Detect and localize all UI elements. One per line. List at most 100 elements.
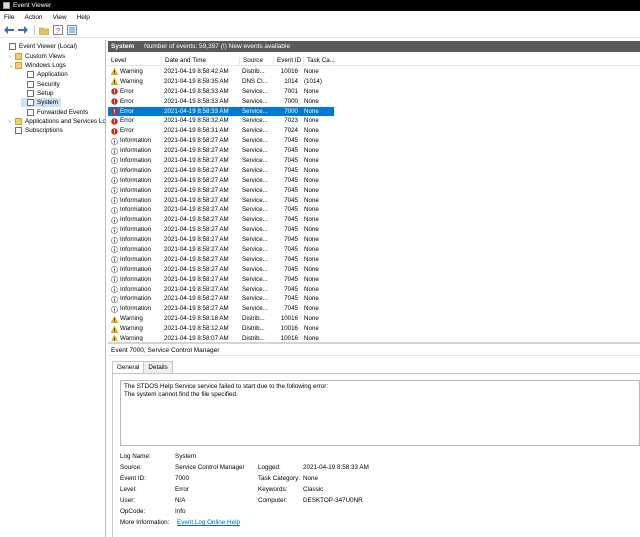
tree-item-system[interactable]: System (21, 98, 61, 107)
tree-item-label: Application (37, 71, 68, 78)
cell-date: 2021-04-19 8:58:27 AM (164, 285, 229, 293)
cell-source: Distrib... (242, 68, 265, 75)
level-text: Error (120, 127, 134, 135)
level-text: Information (120, 176, 151, 184)
table-row[interactable]: Error 2021-04-19 8:58:33 AM Service... 7000… (108, 97, 334, 107)
tab-details[interactable]: Details (143, 361, 173, 373)
table-row[interactable]: Information 2021-04-19 8:58:27 AM Service.… (108, 255, 334, 265)
back-arrow-icon[interactable] (3, 25, 14, 36)
table-row[interactable]: Information 2021-04-19 8:58:27 AM Service.… (108, 275, 334, 285)
cell-task-category: None (304, 275, 319, 283)
warning-icon (111, 68, 120, 76)
table-row[interactable]: Error 2021-04-19 8:58:31 AM Service... 7024… (108, 126, 334, 136)
cell-level: Information (111, 205, 163, 215)
menu-file[interactable]: File (4, 14, 14, 21)
column-header-level[interactable]: Level (108, 57, 162, 66)
level-text: Warning (120, 315, 143, 323)
table-row[interactable]: Information 2021-04-19 8:58:27 AM Service.… (108, 146, 334, 156)
table-row[interactable]: Information 2021-04-19 8:58:27 AM Service.… (108, 196, 334, 206)
level-text: Information (120, 246, 151, 254)
log-icon (27, 81, 34, 88)
table-row[interactable]: Error 2021-04-19 8:58:33 AM Service... 7001… (108, 87, 334, 97)
cell-date: 2021-04-19 8:58:27 AM (164, 137, 229, 145)
table-row[interactable]: Information 2021-04-19 8:58:27 AM Service.… (108, 294, 334, 304)
table-row[interactable]: Warning 2021-04-19 8:58:18 AM Distrib... 10… (108, 314, 334, 324)
information-icon (111, 276, 120, 284)
help-icon[interactable]: ? (52, 25, 63, 36)
table-row[interactable]: Warning 2021-04-19 8:58:42 AM Distrib... 10… (108, 67, 334, 77)
folder-icon[interactable] (38, 25, 49, 36)
table-row[interactable]: Error 2021-04-19 8:58:32 AM Service... 7023… (108, 116, 334, 126)
table-row[interactable]: Information 2021-04-19 8:58:27 AM Service.… (108, 156, 334, 166)
information-icon (111, 266, 120, 274)
table-row[interactable]: Information 2021-04-19 8:58:27 AM Service.… (108, 205, 334, 215)
cell-task-category: None (304, 216, 319, 224)
cell-level: Information (111, 186, 163, 196)
cell-event-id: 7045 (284, 305, 298, 313)
pane-splitter[interactable] (108, 342, 640, 344)
information-icon (111, 246, 120, 254)
column-header-task-category[interactable]: Task Ca... (304, 57, 335, 66)
table-row[interactable]: Information 2021-04-19 8:58:27 AM Service.… (108, 215, 334, 225)
table-row[interactable]: Information 2021-04-19 8:58:27 AM Service.… (108, 166, 334, 176)
cell-level: Information (111, 275, 163, 285)
menu-view[interactable]: View (53, 14, 67, 21)
level-text: Information (120, 255, 151, 263)
table-row[interactable]: Information 2021-04-19 8:58:27 AM Service.… (108, 176, 334, 186)
cell-source: Service... (242, 285, 268, 293)
tree-item-event-viewer-local[interactable]: Event Viewer (Local) (3, 42, 77, 51)
tree-item-setup[interactable]: Setup (21, 89, 53, 98)
error-icon (111, 128, 120, 135)
cell-date: 2021-04-19 8:58:27 AM (164, 246, 229, 254)
table-row[interactable]: Warning 2021-04-19 8:58:07 AM Distrib... 10… (108, 334, 334, 341)
table-row[interactable]: Error 2021-04-19 8:58:33 AM Service... 7000… (108, 106, 334, 117)
tree-item-windows-logs[interactable]: ⌄ Windows Logs (9, 61, 66, 70)
tree-item-subscriptions[interactable]: Subscriptions (9, 126, 63, 135)
column-header-event-id[interactable]: Event ID (274, 57, 304, 66)
value-user: N/A (175, 497, 186, 504)
column-header-source[interactable]: Source (240, 57, 274, 66)
cell-event-id: 7000 (284, 97, 298, 105)
tree-item-forwarded-events[interactable]: Forwarded Events (21, 108, 88, 117)
cell-date: 2021-04-19 8:58:27 AM (164, 255, 229, 263)
cell-event-id: 7045 (284, 255, 298, 263)
table-row[interactable]: Information 2021-04-19 8:58:27 AM Service.… (108, 235, 334, 245)
cell-source: Service... (242, 216, 268, 224)
event-message[interactable]: The STDOS Help Service service failed to… (120, 380, 640, 446)
table-row[interactable]: Information 2021-04-19 8:58:27 AM Service.… (108, 265, 334, 275)
table-row[interactable]: Information 2021-04-19 8:58:27 AM Service.… (108, 304, 334, 314)
cell-source: Service... (242, 255, 268, 263)
label-computer: Computer: (258, 497, 288, 504)
menu-action[interactable]: Action (24, 14, 42, 21)
table-row[interactable]: Information 2021-04-19 8:58:27 AM Service.… (108, 285, 334, 295)
table-row[interactable]: Information 2021-04-19 8:58:27 AM Service.… (108, 245, 334, 255)
cell-level: Information (111, 156, 163, 166)
cell-task-category: None (304, 295, 319, 303)
cell-level: Information (111, 245, 163, 255)
subscriptions-icon (15, 127, 22, 134)
forward-arrow-icon[interactable] (17, 25, 28, 36)
warning-icon (111, 315, 120, 323)
table-row[interactable]: Information 2021-04-19 8:58:27 AM Service.… (108, 225, 334, 235)
tree-item-applications-and-services[interactable]: › Applications and Services Lo (9, 117, 105, 126)
menu-help[interactable]: Help (77, 14, 90, 21)
table-row[interactable]: Warning 2021-04-19 8:58:35 AM DNS Cl... 101… (108, 77, 334, 87)
cell-task-category: None (304, 206, 319, 214)
event-log-online-help-link[interactable]: Event Log Online Help (177, 519, 240, 526)
column-header-date[interactable]: Date and Time (162, 57, 240, 66)
properties-icon[interactable] (66, 25, 77, 36)
table-row[interactable]: Warning 2021-04-19 8:58:12 AM Distrib... 10… (108, 324, 334, 334)
table-row[interactable]: Information 2021-04-19 8:58:27 AM Service.… (108, 136, 334, 146)
cell-source: Service... (242, 196, 268, 204)
error-icon (111, 88, 120, 95)
tree-item-application[interactable]: Application (21, 70, 68, 79)
cell-date: 2021-04-19 8:58:12 AM (164, 325, 229, 333)
tree-item-custom-views[interactable]: › Custom Views (9, 52, 65, 61)
tree-item-security[interactable]: Security (21, 80, 60, 89)
cell-source: Service... (242, 137, 268, 145)
table-row[interactable]: Information 2021-04-19 8:58:27 AM Service.… (108, 186, 334, 196)
event-message-line: The system cannot find the file specifie… (124, 391, 238, 398)
cell-level: Warning (111, 334, 163, 341)
level-text: Information (120, 275, 151, 283)
cell-date: 2021-04-19 8:58:27 AM (164, 295, 229, 303)
